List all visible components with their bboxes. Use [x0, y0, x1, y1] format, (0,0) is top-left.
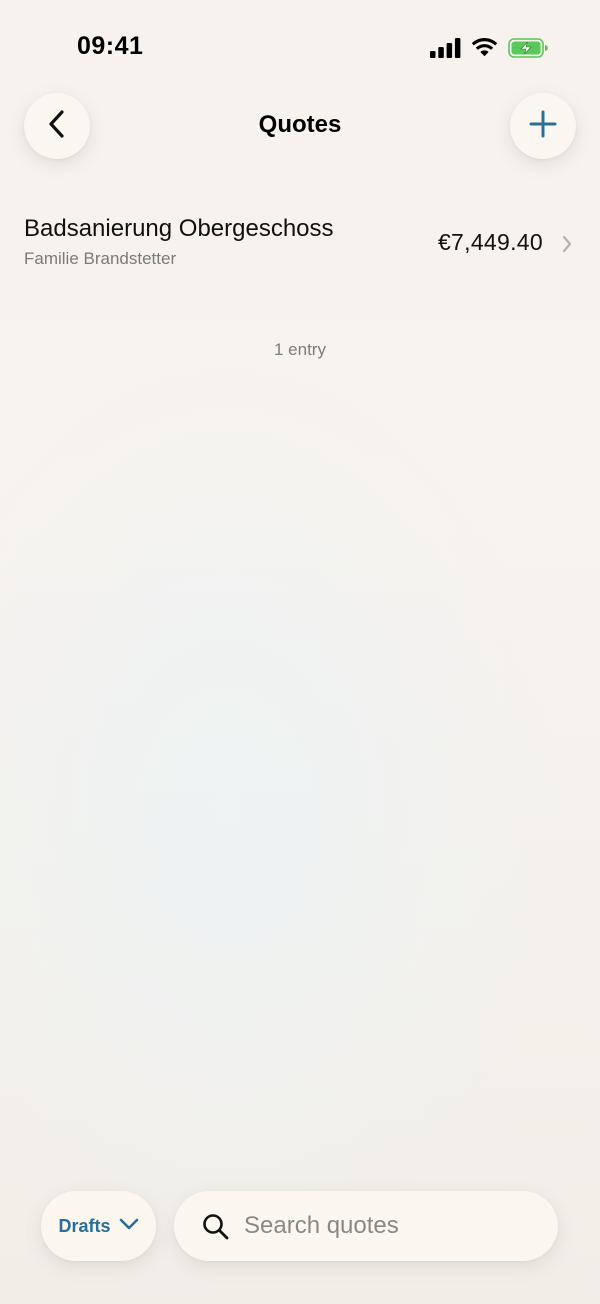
chevron-down-icon	[119, 1217, 139, 1235]
search-input[interactable]	[244, 1191, 544, 1261]
wifi-icon	[471, 38, 498, 58]
drafts-filter-button[interactable]: Drafts	[41, 1191, 156, 1261]
status-icons	[430, 36, 548, 60]
entry-count: 1 entry	[274, 340, 326, 359]
quote-amount: €7,449.40	[437, 229, 543, 255]
quote-client: Familie Brandstetter	[24, 249, 177, 268]
chevron-right-icon	[561, 234, 573, 259]
quote-list-item[interactable]: Badsanierung Obergeschoss Familie Brands…	[0, 205, 600, 283]
add-quote-button[interactable]	[510, 93, 576, 159]
plus-icon	[528, 109, 558, 144]
status-bar: 09:41	[0, 0, 600, 96]
search-icon	[202, 1213, 230, 1246]
battery-charging-icon	[508, 38, 548, 58]
search-field[interactable]	[174, 1191, 558, 1261]
drafts-filter-label: Drafts	[58, 1215, 111, 1236]
status-time: 09:41	[77, 32, 144, 60]
cellular-signal-icon	[430, 38, 461, 58]
quote-title: Badsanierung Obergeschoss	[24, 215, 334, 242]
